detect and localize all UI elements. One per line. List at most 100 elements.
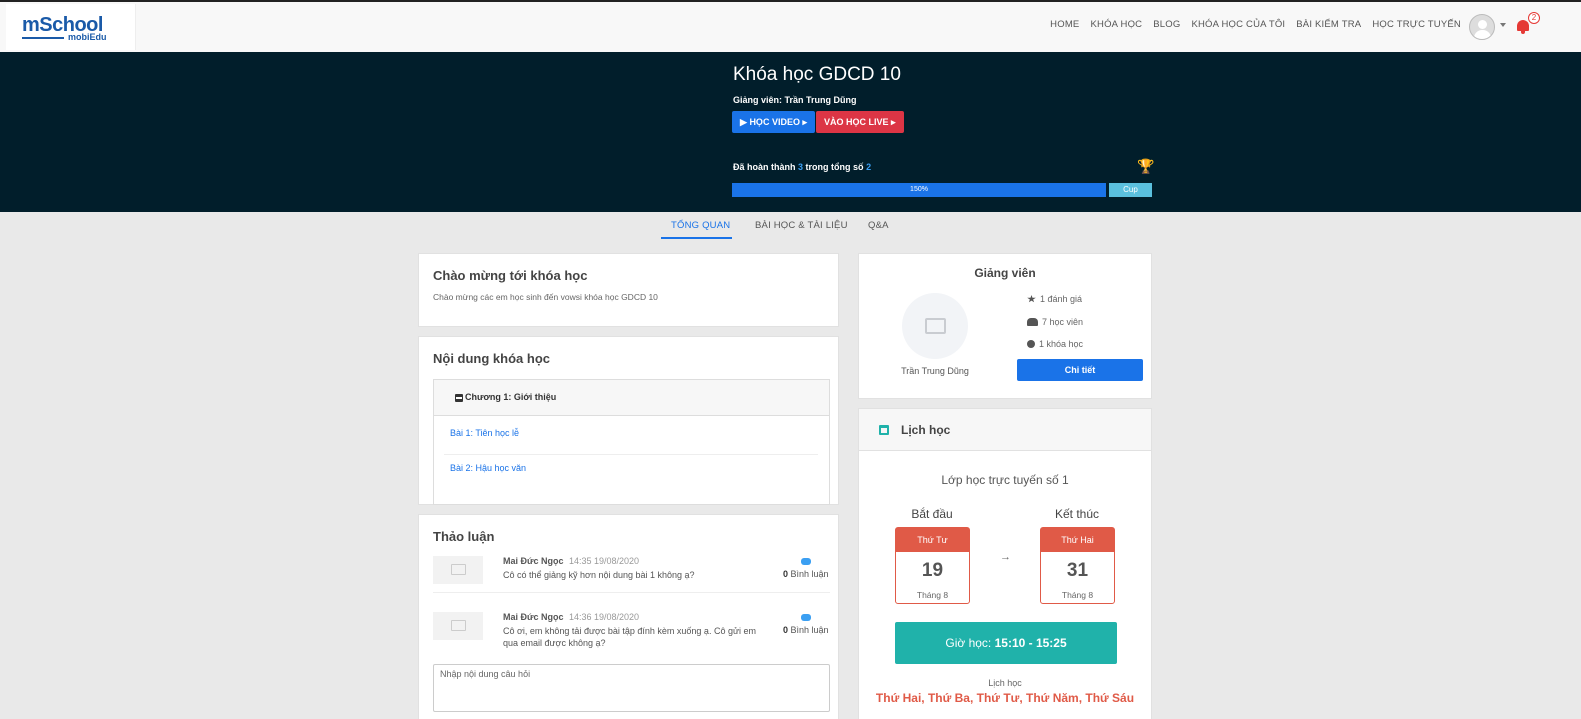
minus-square-icon: [455, 394, 463, 402]
instructor-students: 7 học viên: [1027, 317, 1083, 327]
divider: [444, 454, 818, 455]
lesson-link[interactable]: Bài 1: Tiên học lễ: [450, 428, 519, 438]
instructor-card: Giảng viên Trần Trung Dũng 1 đánh giá 7 …: [858, 253, 1152, 399]
bell-icon-body: [1517, 20, 1529, 31]
question-input[interactable]: [433, 664, 830, 712]
post-thumbnail: [433, 612, 483, 640]
comment-label: Bình luận: [790, 569, 829, 579]
schedule-card: Lịch học Lớp học trực tuyến số 1 Bắt đầu…: [858, 408, 1152, 719]
discussion-title: Thảo luận: [433, 529, 495, 544]
tab-lessons-docs[interactable]: BÀI HỌC & TÀI LIỆU: [755, 220, 848, 231]
post-time: 14:35 19/08/2020: [569, 556, 640, 566]
chevron-down-icon[interactable]: [1500, 23, 1506, 27]
welcome-card: Chào mừng tới khóa học Chào mừng các em …: [418, 253, 839, 327]
progress-bar: 150%: [732, 183, 1106, 197]
join-live-button[interactable]: VÀO HỌC LIVE ▸: [816, 111, 904, 133]
post-thumbnail: [433, 556, 483, 584]
start-date-box: Thứ Tư 19 Tháng 8: [895, 527, 970, 604]
instructor-courses: 1 khóa học: [1027, 339, 1083, 349]
post-author: Mai Đức Ngọc: [503, 556, 564, 566]
end-date-box: Thứ Hai 31 Tháng 8: [1040, 527, 1115, 604]
avatar-body: [1474, 30, 1491, 39]
user-avatar[interactable]: [1469, 14, 1495, 40]
arrow-right-icon: →: [1000, 551, 1011, 563]
start-day: 19: [921, 560, 944, 581]
ratings-text: 1 đánh giá: [1040, 294, 1083, 304]
cup-label: Cup: [1109, 183, 1152, 197]
tab-overview[interactable]: TỔNG QUAN: [671, 220, 730, 231]
nav-online-learning[interactable]: HỌC TRỰC TUYẾN: [1372, 19, 1461, 30]
image-placeholder-icon: [925, 318, 946, 334]
post-time: 14:36 19/08/2020: [569, 612, 640, 622]
class-name: Lớp học trực tuyến số 1: [941, 473, 1069, 487]
video-lessons-label: HỌC VIDEO: [749, 117, 800, 127]
start-month: Tháng 8: [916, 590, 949, 600]
main-nav: HOME KHÓA HỌC BLOG KHÓA HỌC CỦA TÔI BÀI …: [1050, 19, 1461, 30]
chapter-title: Chương 1: Giới thiệu: [465, 392, 557, 402]
schedule-days: Thứ Hai, Thứ Ba, Thứ Tư, Thứ Năm, Thứ Sá…: [875, 691, 1135, 705]
welcome-text: Chào mừng các em học sinh đến vowsi khóa…: [433, 292, 658, 302]
instructor-detail-button[interactable]: Chi tiết: [1017, 359, 1143, 381]
bell-icon-clapper: [1521, 31, 1525, 34]
logo-underline: [22, 37, 64, 39]
instructor-avatar: [902, 293, 968, 359]
progress-label: 150%: [910, 186, 928, 193]
avatar-head: [1478, 20, 1487, 29]
caret-right-icon: ▸: [891, 117, 896, 127]
chapter-panel: Chương 1: Giới thiệu Bài 1: Tiên học lễ …: [433, 379, 830, 505]
completion-text: Đã hoàn thành 3 trong tổng số 2: [733, 162, 871, 172]
nav-blog[interactable]: BLOG: [1153, 19, 1180, 30]
active-tab-indicator: [661, 237, 732, 239]
start-label: Bắt đầu: [911, 507, 953, 521]
comment-label: Bình luận: [790, 625, 829, 635]
instructor-ratings: 1 đánh giá: [1027, 294, 1082, 304]
top-navbar: mSchool mobiEdu HOME KHÓA HỌC BLOG KHÓA …: [0, 0, 1581, 52]
instructor-card-title: Giảng viên: [974, 266, 1036, 280]
image-placeholder-icon: [451, 564, 466, 575]
welcome-title: Chào mừng tới khóa học: [433, 268, 588, 283]
end-day: 31: [1066, 560, 1089, 581]
play-circle-icon: [1027, 340, 1035, 348]
logo[interactable]: mSchool mobiEdu: [6, 4, 136, 50]
nav-home[interactable]: HOME: [1050, 19, 1079, 30]
end-weekday: Thứ Hai: [1041, 528, 1114, 552]
post-author: Mai Đức Ngọc: [503, 612, 564, 622]
image-placeholder-icon: [451, 620, 466, 631]
star-icon: [1027, 295, 1036, 303]
schedule-title: Lịch học: [901, 423, 951, 437]
post-message: Cô ơi, em không tải được bài tập đính kè…: [503, 626, 756, 648]
completed-mid: trong tổng số: [805, 162, 864, 172]
instructor-label: Giảng viên:: [733, 95, 783, 105]
course-content-card: Nội dung khóa học Chương 1: Giới thiệu B…: [418, 336, 839, 505]
video-lessons-button[interactable]: ▶ HỌC VIDEO ▸: [732, 111, 815, 133]
nav-tests[interactable]: BÀI KIỂM TRA: [1296, 19, 1361, 30]
tab-qa[interactable]: Q&A: [868, 220, 889, 231]
course-instructor: Giảng viên: Trần Trung Dũng: [733, 95, 857, 105]
calendar-icon: [879, 425, 889, 435]
instructor-name: Trần Trung Dũng: [784, 95, 857, 105]
end-label: Kết thúc: [1054, 507, 1100, 521]
total-count: 2: [866, 162, 872, 172]
class-time-button[interactable]: Giờ học: 15:10 - 15:25: [895, 622, 1117, 664]
caret-right-icon: ▸: [802, 117, 807, 127]
nav-my-courses[interactable]: KHÓA HỌC CỦA TÔI: [1191, 19, 1285, 30]
time-value: 15:10 - 15:25: [994, 636, 1067, 650]
logo-subtext: mobiEdu: [68, 32, 107, 42]
divider: [433, 592, 830, 593]
post-comment-count: 0 Bình luận: [783, 569, 829, 579]
play-icon: ▶: [740, 117, 747, 127]
completed-count: 3: [798, 162, 804, 172]
end-month: Tháng 8: [1061, 590, 1094, 600]
completed-prefix: Đã hoàn thành: [733, 162, 796, 172]
lesson-link[interactable]: Bài 2: Hậu học văn: [450, 463, 526, 473]
schedule-header: Lịch học: [859, 409, 1151, 451]
start-weekday: Thứ Tư: [896, 528, 969, 552]
chapter-header[interactable]: Chương 1: Giới thiệu: [434, 380, 829, 416]
comment-count: 0: [783, 625, 789, 635]
notification-badge: 2: [1528, 12, 1540, 24]
nav-courses[interactable]: KHÓA HỌC: [1090, 19, 1142, 30]
time-label: Giờ học:: [945, 636, 992, 650]
post-message: Cô có thể giảng kỹ hơn nội dung bài 1 kh…: [503, 570, 695, 580]
schedule-days-label: Lịch học: [988, 678, 1022, 688]
students-text: 7 học viên: [1042, 317, 1084, 327]
